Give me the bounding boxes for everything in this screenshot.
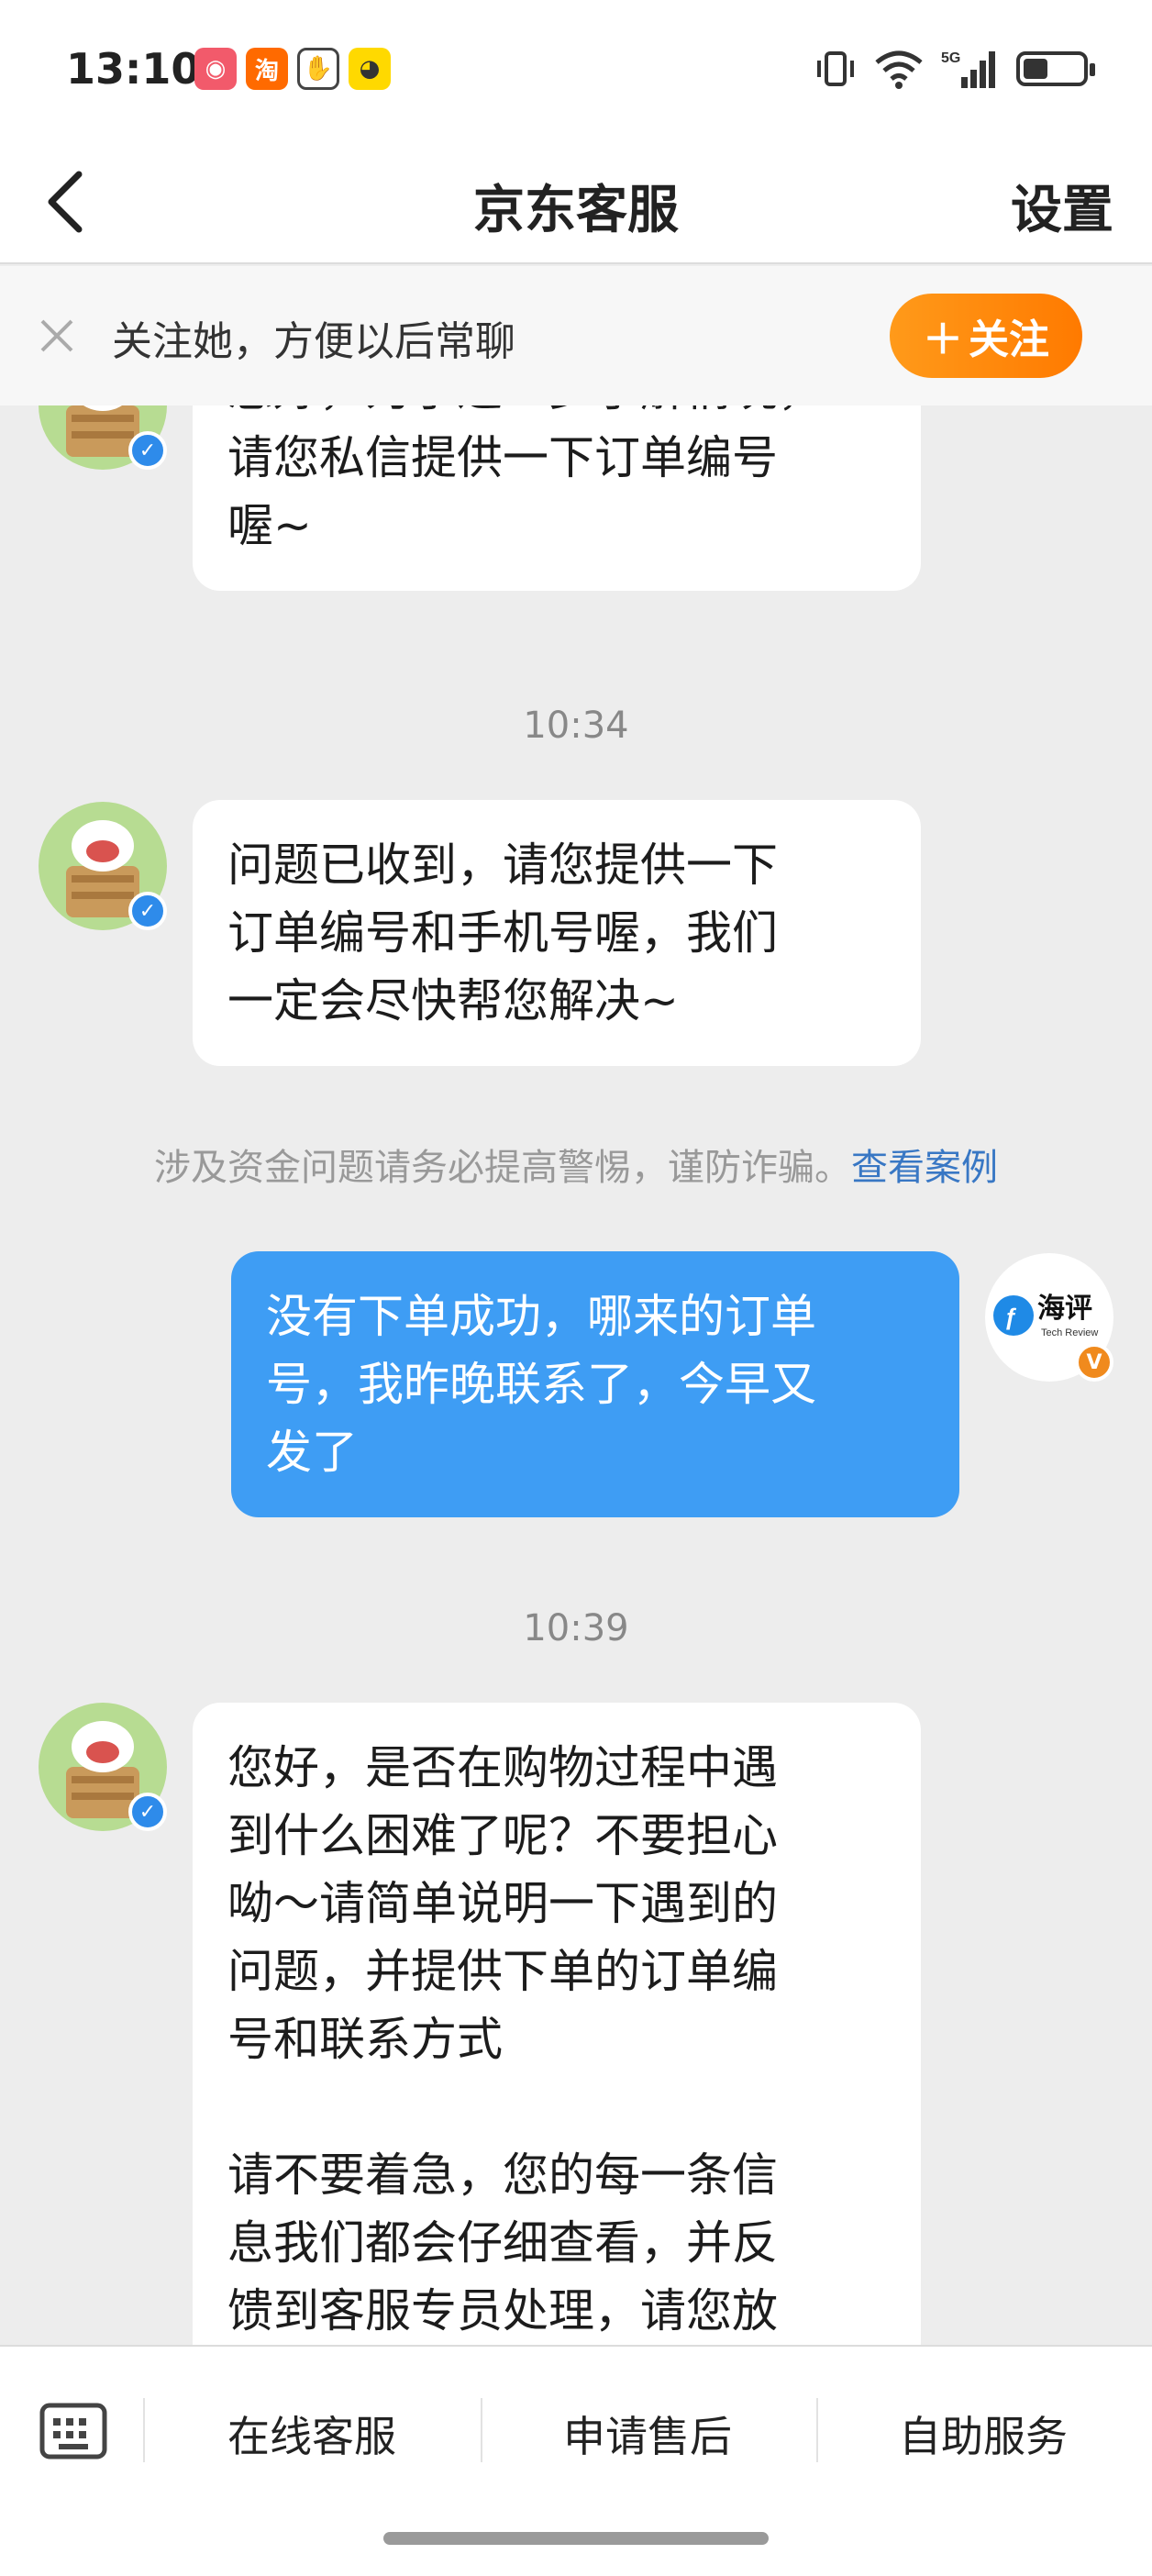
svg-text:ƒ: ƒ: [1004, 1303, 1017, 1330]
verified-badge-icon: ✓: [128, 431, 167, 470]
self-service-button[interactable]: 自助服务: [827, 2404, 1139, 2464]
app-icon-1: ◉: [194, 48, 237, 90]
fraud-notice: 涉及资金问题请务必提高警惕，谨防诈骗。查看案例: [0, 1138, 1152, 1191]
wifi-icon: [875, 50, 923, 89]
home-indicator[interactable]: [383, 2532, 769, 2545]
status-time: 13:10: [66, 44, 201, 94]
divider: [481, 2398, 482, 2462]
fraud-notice-text: 涉及资金问题请务必提高警惕，谨防诈骗。: [154, 1147, 851, 1189]
verified-badge-icon: V: [1075, 1343, 1113, 1382]
vibrate-icon: [817, 51, 854, 86]
divider: [143, 2398, 145, 2462]
avatar-brand-text: 海评: [1037, 1293, 1092, 1325]
view-cases-link[interactable]: 查看案例: [851, 1147, 998, 1189]
close-icon[interactable]: [35, 314, 79, 358]
settings-button[interactable]: 设置: [1011, 169, 1113, 243]
chat-area[interactable]: ✓ 您好，为了进一步了解情况， 请您私信提供一下订单编号 喔~ 10:34 ✓ …: [0, 405, 1152, 2345]
verified-badge-icon: ✓: [128, 1793, 167, 1831]
message-bubble[interactable]: 您好，为了进一步了解情况， 请您私信提供一下订单编号 喔~: [193, 405, 921, 591]
my-avatar[interactable]: ƒ 海评 Tech Review V: [985, 1253, 1113, 1382]
avatar-brand-subtext: Tech Review: [1041, 1327, 1098, 1338]
service-avatar[interactable]: ✓: [39, 405, 167, 470]
message-bubble[interactable]: 您好，是否在购物过程中遇 到什么困难了呢？不要担心 呦～请简单说明一下遇到的 问…: [193, 1703, 921, 2345]
nav-bar: 京东客服 设置: [0, 138, 1152, 264]
timestamp: 10:34: [523, 705, 629, 747]
notification-icons: ◉ 淘 ✋ ◕: [194, 48, 391, 90]
my-message-bubble[interactable]: 没有下单成功，哪来的订单 号，我昨晚联系了，今早又 发了: [231, 1251, 959, 1517]
follow-prompt: 关注她，方便以后常聊: [112, 318, 515, 365]
timestamp: 10:39: [523, 1607, 629, 1649]
service-avatar[interactable]: ✓: [39, 802, 167, 930]
system-icons: 5G: [814, 48, 1095, 90]
online-service-button[interactable]: 在线客服: [156, 2404, 468, 2464]
message-bubble[interactable]: 问题已收到，请您提供一下 订单编号和手机号喔，我们 一定会尽快帮您解决~: [193, 800, 921, 1066]
service-avatar[interactable]: ✓: [39, 1703, 167, 1831]
svg-text:5G: 5G: [941, 50, 960, 66]
page-title: 京东客服: [473, 181, 679, 240]
follow-button[interactable]: ＋ 关注: [890, 294, 1082, 378]
apply-after-sales-button[interactable]: 申请售后: [492, 2404, 803, 2464]
app-icon-4: ◕: [349, 48, 391, 90]
hand-icon: ✋: [297, 48, 339, 90]
status-bar: 13:10 ◉ 淘 ✋ ◕ 5G: [0, 0, 1152, 138]
follow-button-label: 关注: [969, 316, 1049, 363]
taobao-icon: 淘: [246, 48, 288, 90]
divider: [816, 2398, 818, 2462]
signal-5g-icon: 5G: [941, 50, 995, 88]
plus-icon: ＋: [923, 316, 963, 363]
keyboard-icon[interactable]: [37, 2393, 110, 2466]
verified-badge-icon: ✓: [128, 892, 167, 930]
follow-banner: 关注她，方便以后常聊 ＋ 关注: [0, 266, 1152, 405]
battery-icon: [1016, 51, 1095, 86]
